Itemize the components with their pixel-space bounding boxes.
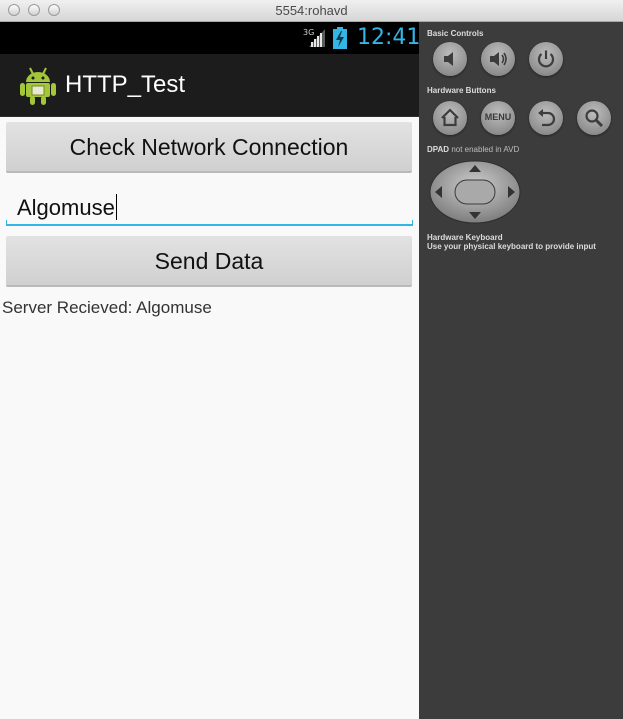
signal-icon: 3G (303, 28, 325, 47)
network-type-label: 3G (303, 28, 314, 37)
back-button[interactable] (529, 101, 563, 135)
menu-button[interactable]: MENU (481, 101, 515, 135)
keyboard-info: Hardware Keyboard Use your physical keyb… (427, 233, 596, 251)
send-data-button[interactable]: Send Data (6, 236, 412, 287)
device-screen: 3G 12:41 HTTP_Test Check Network Connect… (0, 22, 419, 719)
emulator-control-panel: Basic Controls Hardware Buttons MENU DPA… (419, 22, 623, 719)
text-caret (115, 194, 117, 220)
action-bar: HTTP_Test (0, 54, 419, 117)
volume-up-button[interactable] (481, 42, 515, 76)
search-button[interactable] (577, 101, 611, 135)
app-title: HTTP_Test (65, 71, 186, 98)
power-icon (537, 50, 555, 68)
window-titlebar: 5554:rohavd (0, 0, 623, 22)
battery-charging-icon (333, 27, 347, 49)
dpad-note: not enabled in AVD (451, 145, 520, 154)
server-response-text: Server Recieved: Algomuse (2, 298, 212, 317)
window-title: 5554:rohavd (275, 3, 348, 18)
home-icon (441, 108, 459, 127)
keyboard-note: Use your physical keyboard to provide in… (427, 242, 596, 251)
home-button[interactable] (433, 101, 467, 135)
status-time: 12:41 (357, 25, 419, 50)
power-button[interactable] (529, 42, 563, 76)
data-input-text[interactable]: Algomuse (17, 194, 117, 221)
back-icon (538, 109, 556, 127)
volume-down-icon (444, 52, 453, 66)
data-input-field[interactable]: Algomuse (6, 182, 413, 226)
menu-button-label: MENU (484, 112, 512, 122)
keyboard-label: Hardware Keyboard (427, 233, 503, 242)
volume-down-button[interactable] (433, 42, 467, 76)
dpad-control[interactable] (429, 160, 521, 224)
basic-controls-label: Basic Controls (427, 29, 484, 38)
dpad-label: DPAD not enabled in AVD (427, 145, 520, 154)
search-icon (585, 109, 604, 128)
input-underline (6, 224, 413, 226)
check-network-button[interactable]: Check Network Connection (6, 122, 412, 173)
hardware-buttons-label: Hardware Buttons (427, 86, 496, 95)
android-app-icon[interactable] (20, 66, 56, 106)
status-bar: 3G 12:41 (0, 22, 419, 54)
volume-up-icon (490, 52, 507, 66)
